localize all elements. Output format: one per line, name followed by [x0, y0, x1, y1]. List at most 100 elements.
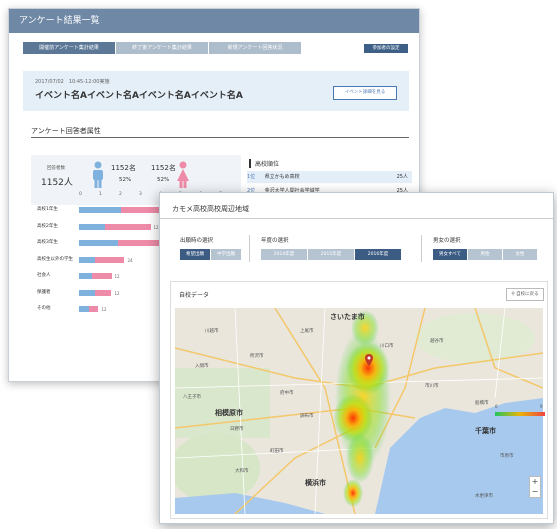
application-filter: 希望出願 中学出願 — [180, 249, 242, 260]
ranking-name: 県立かもめ高校 — [264, 174, 300, 180]
map-city-label: 千葉市 — [475, 427, 496, 435]
map-city-label: 相模原市 — [215, 409, 243, 417]
map-window-title: カモメ高校高校周辺地域 — [172, 205, 249, 213]
bar-label: 社会人 — [37, 273, 51, 278]
tab-post-survey[interactable]: 終了後アンケート集計結果 — [116, 42, 208, 54]
axis-tick: 0 — [79, 192, 82, 197]
bar-female — [105, 223, 151, 230]
female-icon — [177, 161, 189, 188]
heatmap-map[interactable]: さいたま市 千葉市 相模原市 横浜市 川越市 所沢市 八王子市 町田市 府中市 … — [175, 308, 543, 514]
bar-male — [79, 273, 92, 279]
window-title: アンケート結果一覧 — [9, 9, 419, 33]
section-divider — [31, 137, 409, 138]
map-place-label: 川口市 — [380, 344, 394, 349]
bar-label: 保護者 — [37, 289, 51, 295]
bar-male — [79, 223, 105, 230]
back-to-school-label: 自校に戻る — [516, 292, 539, 297]
application-option-middle[interactable]: 中学出願 — [211, 249, 241, 260]
male-count: 1152名 — [111, 164, 136, 172]
event-detail-button[interactable]: イベント詳細を見る — [333, 86, 397, 100]
bar-value: 12 — [114, 290, 120, 296]
divider — [421, 235, 422, 262]
axis-tick: 2 — [119, 192, 122, 197]
map-place-label: 市川市 — [425, 384, 439, 389]
bar-female — [92, 273, 112, 279]
bar-male — [79, 240, 118, 246]
bar-male — [79, 306, 90, 312]
female-percent: 52% — [157, 177, 170, 183]
gender-option-male[interactable]: 男性 — [468, 249, 502, 260]
application-option-hope[interactable]: 希望出願 — [180, 249, 210, 260]
card-title: 自校データ — [179, 292, 210, 299]
axis-tick: 3 — [139, 192, 142, 197]
map-place-label: 市原市 — [500, 454, 514, 459]
heat-legend — [495, 412, 545, 416]
tab-pre-survey[interactable]: 開催前アンケート集計結果 — [23, 42, 115, 54]
bar-male — [79, 207, 121, 213]
map-place-label: 八王子市 — [183, 395, 201, 400]
female-count: 1152名 — [151, 164, 176, 172]
bar-male — [79, 289, 95, 296]
legend-min: 0 — [495, 404, 498, 409]
application-filter-label: 出願時の選択 — [180, 238, 214, 244]
bar-female — [94, 256, 125, 263]
map-city-label: さいたま市 — [330, 313, 365, 321]
tab-bar: 開催前アンケート集計結果 終了後アンケート集計結果 新規アンケート回答状況 — [23, 42, 302, 54]
map-place-label: 町田市 — [270, 449, 284, 454]
bar-male — [79, 256, 95, 263]
bar-label: 高校2年生 — [37, 223, 58, 229]
zoom-control[interactable]: + − — [529, 476, 541, 498]
gender-option-female[interactable]: 女性 — [503, 249, 537, 260]
ranking-row[interactable]: 1位 県立かもめ高校 25人 — [247, 171, 412, 183]
bar-value: 24 — [127, 257, 133, 263]
title-divider — [160, 218, 553, 219]
divider — [249, 235, 250, 262]
bar-value: 12 — [153, 224, 159, 230]
year-option-2016[interactable]: 2016年度 — [355, 249, 401, 260]
total-value: 1152人 — [41, 178, 73, 188]
map-place-label: 大和市 — [235, 469, 249, 474]
male-icon — [93, 161, 103, 188]
bar-female — [94, 289, 112, 296]
bar-value: 12 — [101, 307, 107, 312]
bar-label: その他 — [37, 306, 51, 311]
axis-tick: 1 — [99, 192, 102, 197]
zoom-in-button[interactable]: + — [530, 477, 540, 487]
bar-label: 高校3年生 — [37, 240, 58, 245]
gender-filter-label: 男女の選択 — [433, 238, 461, 244]
male-percent: 52% — [119, 177, 132, 183]
ranking-count: 25人 — [396, 174, 408, 180]
map-place-label: 越谷市 — [430, 339, 444, 344]
bar-female — [89, 306, 99, 312]
map-place-label: 木更津市 — [475, 494, 493, 499]
back-to-school-button[interactable]: ⚲ 自校に戻る — [506, 288, 544, 301]
year-filter: 2014年度 2015年度 2016年度 — [261, 249, 402, 260]
event-date: 2017/07/02 10:45-12:00実施 — [35, 79, 110, 85]
section-title: アンケート回答者属性 — [31, 127, 101, 135]
gender-option-all[interactable]: 男女すべて — [433, 249, 467, 260]
year-option-2015[interactable]: 2015年度 — [308, 249, 354, 260]
school-data-card: 自校データ ⚲ 自校に戻る さいたま市 千葉市 相模原市 横浜市 川越市 所沢市… — [170, 281, 548, 519]
map-city-label: 横浜市 — [305, 479, 326, 487]
map-window: カモメ高校高校周辺地域 出願時の選択 希望出願 中学出願 年度の選択 2014年… — [159, 192, 554, 524]
year-option-2014[interactable]: 2014年度 — [261, 249, 307, 260]
school-marker-icon[interactable] — [365, 354, 373, 366]
map-place-label: 所沢市 — [250, 354, 264, 359]
bar-label: 高校生以外の学生 — [37, 256, 73, 262]
map-place-label: 入間市 — [195, 364, 209, 369]
participant-settings-button[interactable]: 参加者の設定 — [364, 44, 408, 53]
bar-value: 12 — [114, 274, 120, 279]
legend-max: 9 — [540, 404, 543, 409]
tab-new-survey[interactable]: 新規アンケート回答状況 — [209, 42, 301, 54]
map-place-label: 上尾市 — [300, 329, 314, 334]
map-place-label: 川越市 — [205, 329, 219, 334]
map-place-label: 船橋市 — [475, 401, 489, 406]
zoom-out-button[interactable]: − — [530, 487, 540, 497]
total-label: 回答者数 — [47, 166, 65, 171]
map-place-label: 府中市 — [280, 391, 294, 396]
bar-label: 高校1年生 — [37, 207, 58, 212]
year-filter-label: 年度の選択 — [261, 238, 289, 244]
event-banner: 2017/07/02 10:45-12:00実施 イベント名Aイベント名Aイベン… — [23, 71, 409, 111]
ranking-rank: 1位 — [247, 174, 256, 180]
ranking-title: 高校順位 — [249, 159, 279, 168]
